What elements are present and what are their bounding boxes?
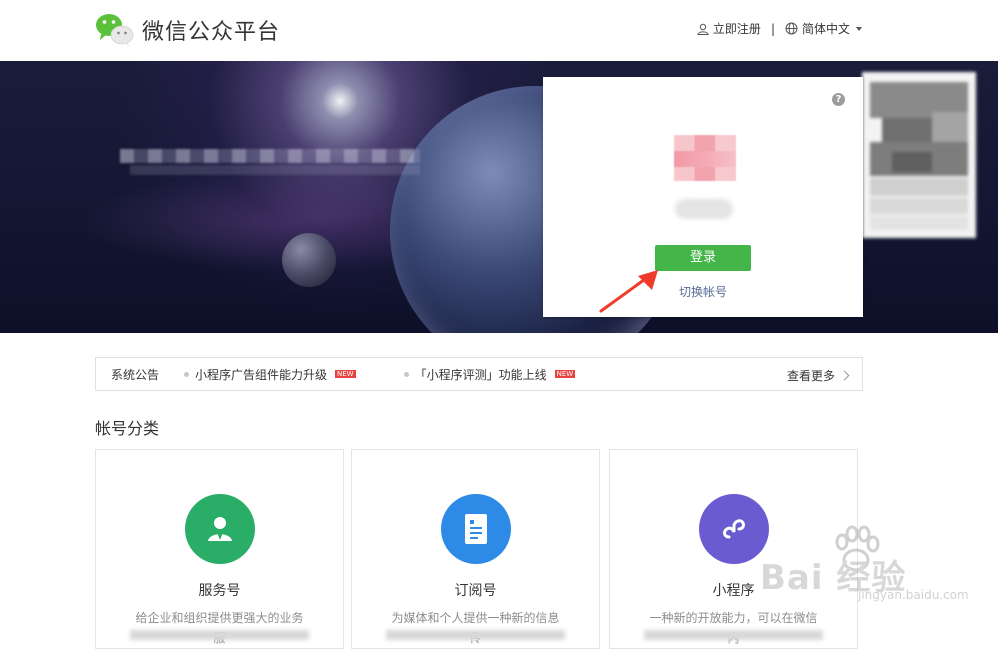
top-header: 微信公众平台 立即注册 | 简体中文 <box>0 0 998 61</box>
card-service-account[interactable]: 服务号 给企业和组织提供更强大的业务服 <box>95 449 344 649</box>
card-description-continued <box>644 630 823 640</box>
card-description: 一种新的开放能力，可以在微信内 <box>649 611 818 645</box>
watermark-url: jingyan.baidu.com <box>858 588 969 602</box>
logo-link[interactable]: 微信公众平台 <box>95 12 280 48</box>
notice-title: 系统公告 <box>111 367 160 382</box>
notice-item[interactable]: 「小程序评测」功能上线 NEW <box>403 366 576 383</box>
blurred-slogan-shadow <box>130 165 420 175</box>
register-label: 立即注册 <box>712 22 761 36</box>
card-title: 订阅号 <box>454 583 497 599</box>
notice-item-label: 小程序广告组件能力升级 <box>195 367 328 382</box>
bullet-icon <box>184 371 189 377</box>
new-badge: NEW <box>554 370 576 378</box>
register-link[interactable]: 立即注册 <box>697 20 761 37</box>
help-icon[interactable]: ? <box>832 93 845 106</box>
red-arrow-annotation <box>599 270 658 313</box>
new-badge: NEW <box>335 370 356 378</box>
switch-account-link[interactable]: 切换帐号 <box>543 283 863 300</box>
header-separator: | <box>770 21 775 36</box>
notice-item-label: 「小程序评测」功能上线 <box>414 367 547 382</box>
avatar <box>674 135 736 181</box>
view-more-link[interactable]: 查看更多 <box>786 358 850 392</box>
login-panel: ? 登录 切换帐号 <box>543 77 863 317</box>
language-label: 简体中文 <box>801 22 850 36</box>
section-title: 帐号分类 <box>95 419 160 438</box>
header-actions: 立即注册 | 简体中文 <box>697 20 862 37</box>
chevron-down-icon <box>856 26 862 31</box>
service-account-icon <box>185 494 255 564</box>
chevron-right-icon <box>839 370 850 380</box>
login-button[interactable]: 登录 <box>655 245 751 271</box>
card-description-continued <box>386 630 565 640</box>
bullet-icon <box>403 371 409 377</box>
brand-title: 微信公众平台 <box>142 20 281 45</box>
notice-bar: 系统公告 小程序广告组件能力升级 NEW 「小程序评测」功能上线 NEW 查看更… <box>95 357 863 391</box>
card-description: 为媒体和个人提供一种新的信息传 <box>391 611 560 645</box>
card-description: 给企业和组织提供更强大的业务服 <box>135 611 304 645</box>
user-icon <box>697 23 709 35</box>
notice-item[interactable]: 小程序广告组件能力升级 NEW <box>184 366 356 383</box>
qr-code-image <box>862 72 976 238</box>
card-mini-program[interactable]: 小程序 一种新的开放能力，可以在微信内 <box>609 449 858 649</box>
mini-program-icon <box>699 494 769 564</box>
subscription-account-icon <box>441 494 511 564</box>
card-subscription-account[interactable]: 订阅号 为媒体和个人提供一种新的信息传 <box>351 449 600 649</box>
language-selector[interactable]: 简体中文 <box>785 20 862 37</box>
wechat-logo-icon <box>95 12 135 48</box>
moon-image <box>282 233 336 287</box>
card-description-continued <box>130 630 309 640</box>
globe-icon <box>785 22 798 35</box>
card-title: 服务号 <box>198 583 241 599</box>
view-more-label: 查看更多 <box>786 368 835 383</box>
blurred-slogan <box>120 149 420 163</box>
blurred-nickname <box>675 199 733 219</box>
